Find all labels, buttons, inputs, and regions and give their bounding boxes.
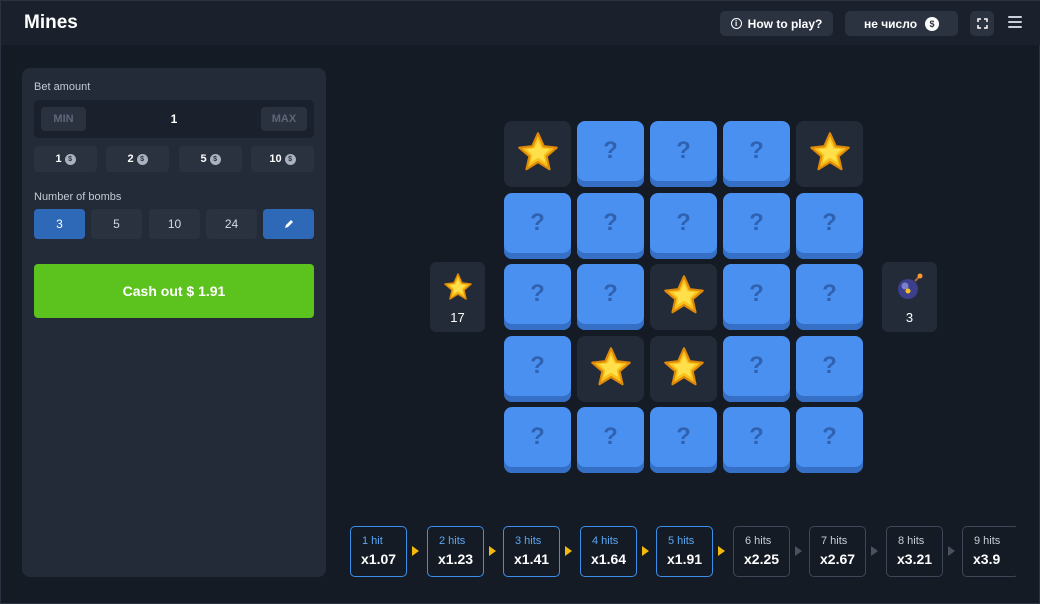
multiplier-hits-label: 8 hits [898,535,925,547]
chevron-right-icon [489,546,496,556]
multiplier-step-1: 1 hit x1.07 [350,526,407,577]
quick-bet-value: 5 [200,153,207,165]
multiplier-hits-label: 3 hits [515,535,542,547]
coin-icon: $ [136,153,148,165]
multiplier-value: x1.07 [361,551,397,567]
quick-bet-value: 1 [55,153,62,165]
bet-max-button[interactable]: MAX [261,107,307,131]
multiplier-value: x1.23 [438,551,474,567]
bet-amount-label: Bet amount [34,81,91,93]
multiplier-step-5: 5 hits x1.91 [656,526,713,577]
multiplier-value: x2.25 [744,551,780,567]
multiplier-track: 1 hit x1.07 2 hits x1.23 3 hits x1.41 4 hits x1… [350,1,1016,604]
cash-out-button[interactable]: Cash out $ 1.91 [34,264,314,318]
multiplier-hits-label: 1 hit [362,535,383,547]
coin-icon: $ [64,153,76,165]
multiplier-step-4: 4 hits x1.64 [580,526,637,577]
app-title: Mines [24,12,78,33]
coin-icon: $ [284,153,296,165]
multiplier-hits-label: 2 hits [439,535,466,547]
quick-bet-value: 10 [269,153,282,165]
quick-bet-value: 2 [127,153,134,165]
multiplier-value: x2.67 [820,551,856,567]
multiplier-step-8: 8 hits x3.21 [886,526,943,577]
multiplier-step-7: 7 hits x2.67 [809,526,866,577]
multiplier-hits-label: 5 hits [668,535,695,547]
multiplier-hits-label: 7 hits [821,535,848,547]
quick-bet-5[interactable]: 5 $ [179,146,242,172]
multiplier-step-2: 2 hits x1.23 [427,526,484,577]
bomb-option-10[interactable]: 10 [149,209,200,239]
chevron-right-icon [718,546,725,556]
multiplier-hits-label: 9 hits [974,535,1001,547]
chevron-right-icon [565,546,572,556]
bomb-option-24[interactable]: 24 [206,209,257,239]
multiplier-value: x1.91 [667,551,703,567]
multiplier-hits-label: 6 hits [745,535,772,547]
bet-amount-field: MIN 1 MAX [34,100,314,138]
multiplier-value: x3.9 [973,551,1001,567]
custom-bombs-button[interactable] [263,209,314,239]
multiplier-value: x1.64 [591,551,627,567]
multiplier-value: x1.41 [514,551,550,567]
chevron-right-icon [795,546,802,556]
chevron-right-icon [871,546,878,556]
bet-panel: Bet amount MIN 1 MAX 1 $ 2 $ 5 $ 10 $ Number… [22,68,326,577]
coin-icon: $ [209,153,221,165]
multiplier-hits-label: 4 hits [592,535,619,547]
chevron-right-icon [412,546,419,556]
multiplier-step-3: 3 hits x1.41 [503,526,560,577]
chevron-right-icon [948,546,955,556]
pencil-icon [284,220,293,228]
bomb-option-5[interactable]: 5 [91,209,142,239]
multiplier-value: x3.21 [897,551,933,567]
bomb-option-3[interactable]: 3 [34,209,85,239]
multiplier-step-6: 6 hits x2.25 [733,526,790,577]
chevron-right-icon [642,546,649,556]
quick-bet-10[interactable]: 10 $ [251,146,314,172]
number-of-bombs-label: Number of bombs [34,191,122,203]
quick-bet-2[interactable]: 2 $ [106,146,169,172]
mines-game-window: Mines i How to play? не число $ Bet amou… [0,0,1040,604]
multiplier-step-9: 9 hits x3.9 [962,526,1016,577]
quick-bet-1[interactable]: 1 $ [34,146,97,172]
